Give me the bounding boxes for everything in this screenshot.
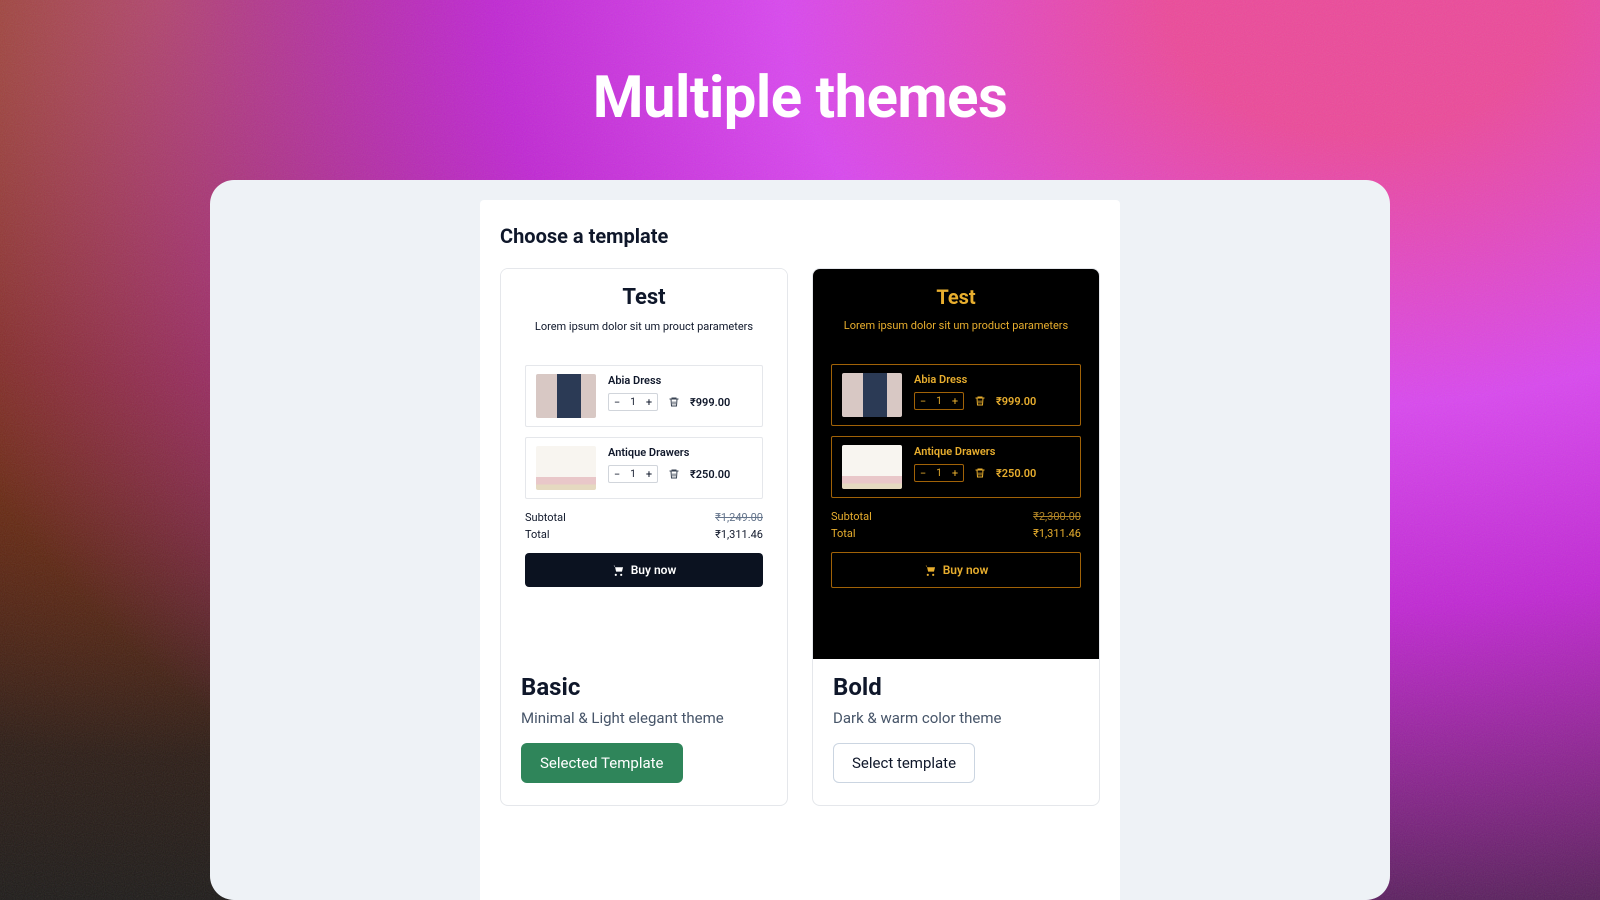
select-template-button[interactable]: Select template [833, 743, 975, 783]
buy-now-button[interactable]: Buy now [831, 552, 1081, 588]
cart-item: Antique Drawers − 1 + ₹250.0 [525, 437, 763, 499]
preview-subtitle: Lorem ipsum dolor sit um product paramet… [831, 319, 1081, 332]
product-price: ₹999.00 [996, 395, 1036, 408]
product-name: Abia Dress [914, 373, 1036, 386]
subtotal-label: Subtotal [525, 511, 566, 524]
template-preview-bold: Test Lorem ipsum dolor sit um product pa… [813, 269, 1099, 659]
quantity-value: 1 [931, 396, 947, 407]
panel-title: Choose a template [500, 224, 1100, 248]
buy-now-label: Buy now [631, 563, 677, 577]
totals-block: Subtotal ₹2,300.00 Total ₹1,311.46 [831, 510, 1081, 540]
template-description: Dark & warm color theme [833, 709, 1079, 727]
buy-now-button[interactable]: Buy now [525, 553, 763, 587]
quantity-stepper[interactable]: − 1 + [608, 465, 658, 483]
product-name: Abia Dress [608, 374, 730, 387]
minus-icon[interactable]: − [609, 468, 625, 481]
template-description: Minimal & Light elegant theme [521, 709, 767, 727]
template-panel: Choose a template Test Lorem ipsum dolor… [480, 200, 1120, 900]
trash-icon[interactable] [668, 396, 680, 408]
subtotal-value: ₹1,249.00 [715, 511, 763, 524]
subtotal-value: ₹2,300.00 [1033, 510, 1081, 523]
trash-icon[interactable] [974, 395, 986, 407]
template-card-basic[interactable]: Test Lorem ipsum dolor sit um prouct par… [500, 268, 788, 806]
quantity-row: − 1 + ₹999.00 [914, 392, 1036, 410]
product-price: ₹999.00 [690, 396, 730, 409]
minus-icon[interactable]: − [915, 467, 931, 480]
minus-icon[interactable]: − [915, 395, 931, 408]
template-caption: Bold Dark & warm color theme Select temp… [813, 659, 1099, 805]
quantity-row: − 1 + ₹250.00 [608, 465, 730, 483]
quantity-value: 1 [625, 469, 641, 480]
templates-container: Test Lorem ipsum dolor sit um prouct par… [500, 268, 1100, 806]
subtotal-label: Subtotal [831, 510, 872, 523]
product-price: ₹250.00 [996, 467, 1036, 480]
quantity-row: − 1 + ₹250.00 [914, 464, 1036, 482]
preview-title: Test [831, 285, 1081, 309]
product-image-dress [842, 373, 902, 417]
trash-icon[interactable] [974, 467, 986, 479]
quantity-stepper[interactable]: − 1 + [914, 464, 964, 482]
cart-item: Abia Dress − 1 + ₹999.00 [525, 365, 763, 427]
cart-icon [612, 564, 625, 577]
plus-icon[interactable]: + [947, 467, 963, 480]
quantity-row: − 1 + ₹999.00 [608, 393, 730, 411]
plus-icon[interactable]: + [947, 395, 963, 408]
preview-title: Test [519, 285, 769, 310]
template-preview-basic: Test Lorem ipsum dolor sit um prouct par… [501, 269, 787, 659]
total-value: ₹1,311.46 [1033, 527, 1081, 540]
product-image-drawers [842, 445, 902, 489]
total-value: ₹1,311.46 [715, 528, 763, 541]
cart-icon [924, 564, 937, 577]
quantity-stepper[interactable]: − 1 + [914, 392, 964, 410]
template-caption: Basic Minimal & Light elegant theme Sele… [501, 659, 787, 805]
hero-title: Multiple themes [0, 0, 1600, 132]
total-label: Total [831, 527, 856, 540]
quantity-value: 1 [931, 468, 947, 479]
quantity-stepper[interactable]: − 1 + [608, 393, 658, 411]
product-name: Antique Drawers [608, 446, 730, 459]
page-card: Choose a template Test Lorem ipsum dolor… [210, 180, 1390, 900]
template-name: Basic [521, 673, 767, 701]
totals-block: Subtotal ₹1,249.00 Total ₹1,311.46 [525, 511, 763, 541]
template-name: Bold [833, 673, 1079, 701]
total-label: Total [525, 528, 550, 541]
plus-icon[interactable]: + [641, 396, 657, 409]
cart-item: Antique Drawers − 1 + ₹250.0 [831, 436, 1081, 498]
template-card-bold[interactable]: Test Lorem ipsum dolor sit um product pa… [812, 268, 1100, 806]
selected-template-button[interactable]: Selected Template [521, 743, 683, 783]
quantity-value: 1 [625, 397, 641, 408]
product-image-dress [536, 374, 596, 418]
preview-subtitle: Lorem ipsum dolor sit um prouct paramete… [519, 320, 769, 333]
trash-icon[interactable] [668, 468, 680, 480]
cart-item: Abia Dress − 1 + ₹999.00 [831, 364, 1081, 426]
product-image-drawers [536, 446, 596, 490]
plus-icon[interactable]: + [641, 468, 657, 481]
buy-now-label: Buy now [943, 563, 989, 577]
minus-icon[interactable]: − [609, 396, 625, 409]
product-name: Antique Drawers [914, 445, 1036, 458]
product-price: ₹250.00 [690, 468, 730, 481]
